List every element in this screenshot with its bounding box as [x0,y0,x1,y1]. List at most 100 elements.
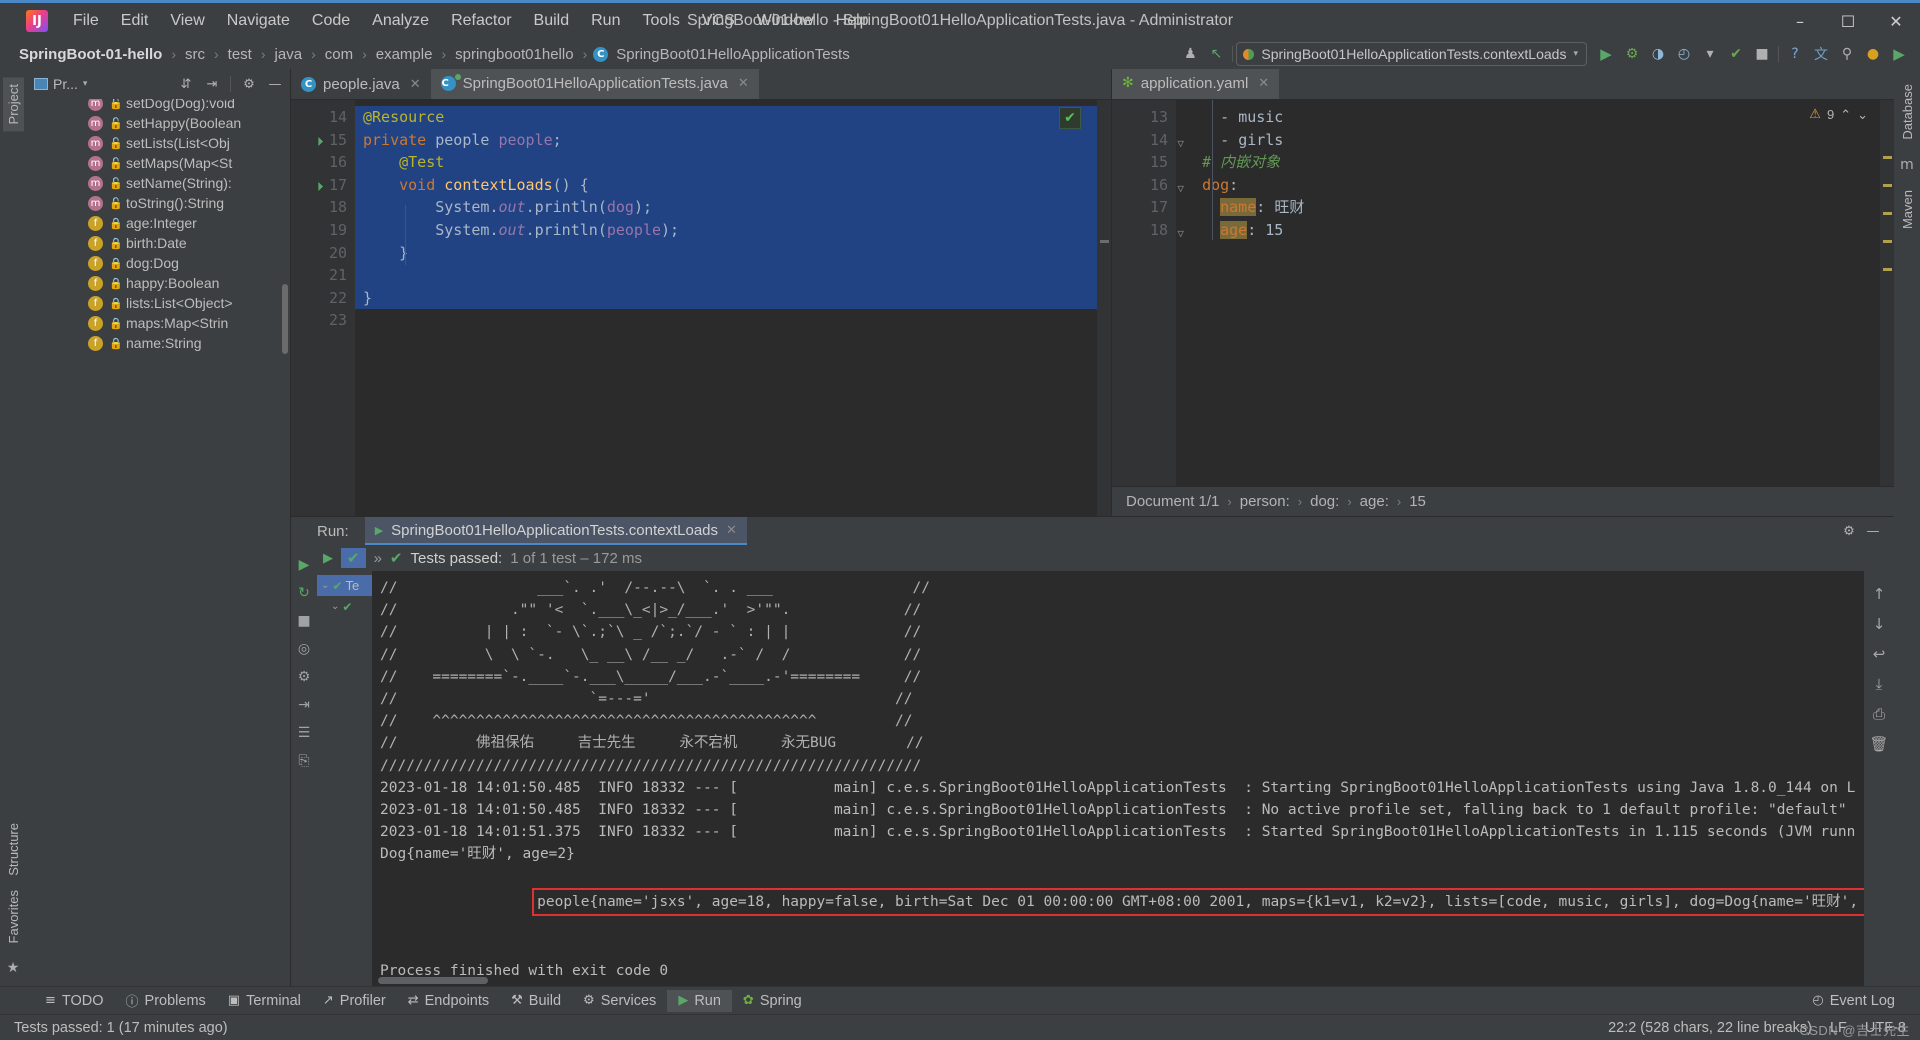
scroll-down-icon[interactable]: ↓ [1866,609,1892,639]
tree-node[interactable]: m 🔓 setHappy(Boolean [26,113,290,133]
java-gutter[interactable]: 14 15⏵ 16 17⏵▾ 18 19 20△ 21 22 23 [291,100,363,516]
bottom-tab-run[interactable]: ▶ Run [667,989,732,1012]
translate-icon[interactable]: 文 [1808,41,1834,67]
menu-view[interactable]: View [159,7,215,35]
project-pane-title[interactable]: Pr... ▾ [34,76,87,92]
collapse-all-icon[interactable]: ⇥ [201,73,223,95]
test-results-tree[interactable]: ⌄ ✔ Te ⌄ ✔ [317,571,372,986]
bottom-tab-build[interactable]: ⚒ Build [500,990,572,1012]
menu-file[interactable]: File [62,7,110,35]
profiler-button[interactable]: ◴ [1671,41,1697,67]
tree-node[interactable]: f 🔒 happy:Boolean [26,273,290,293]
clear-all-icon[interactable]: 🗑 [1866,729,1892,759]
bottom-tab-profiler[interactable]: ↗ Profiler [312,990,397,1012]
run-coverage-button[interactable]: ◑ [1645,41,1671,67]
bottom-tab-spring[interactable]: ✿ Spring [732,990,813,1012]
breadcrumb-java[interactable]: java [272,44,306,65]
breadcrumb-com[interactable]: com [322,44,356,65]
prev-problem-icon[interactable]: ⌃ [1840,104,1851,127]
pin-icon[interactable]: ⎘ [292,747,316,775]
scroll-to-end-icon[interactable]: ⤓ [1866,669,1892,699]
run-button[interactable]: ▶ [1593,41,1619,67]
menu-vcs[interactable]: VCS [691,7,746,35]
hide-run-window-icon[interactable]: — [1862,520,1884,542]
rerun-failed-icon[interactable]: ↻ [292,579,316,607]
close-icon[interactable]: ✕ [410,77,421,92]
close-icon[interactable]: ✕ [1258,76,1269,91]
menu-analyze[interactable]: Analyze [361,7,440,35]
search-everywhere-icon[interactable]: ⚲ [1834,41,1860,67]
next-problem-icon[interactable]: ⌄ [1857,104,1868,127]
editor-tab-people-java[interactable]: C people.java ✕ [291,69,431,99]
test-tree-node[interactable]: ⌄ ✔ [317,596,372,617]
console-horizontal-scrollbar[interactable] [378,977,488,984]
editor-tab-springboot-tests-java[interactable]: C SpringBoot01HelloApplicationTests.java… [430,69,759,99]
menu-refactor[interactable]: Refactor [440,7,522,35]
updating-arrow-icon[interactable]: ↖ [1203,41,1229,67]
build-project-icon[interactable]: ✔ [1723,41,1749,67]
tree-node[interactable]: f 🔒 lists:List<Object> [26,293,290,313]
breadcrumb-class[interactable]: C SpringBoot01HelloApplicationTests [593,44,852,65]
test-tree-node[interactable]: ⌄ ✔ Te [317,575,372,596]
java-code-body[interactable]: @Resource private people people; @Test v… [355,100,1097,516]
tree-node[interactable]: f 🔒 birth:Date [26,233,290,253]
tool-tab-database[interactable]: Database [1897,77,1918,147]
settings-icon[interactable]: ⚙ [292,663,316,691]
chevron-down-icon[interactable]: ⌄ [321,580,329,591]
editor-tab-application-yaml[interactable]: ✻ application.yaml ✕ [1112,69,1280,99]
project-tree-scrollbar[interactable] [282,284,288,354]
expand-chevrons-icon[interactable]: » [374,550,382,567]
run-anything-icon[interactable]: ▶ [1886,41,1912,67]
run-console-output[interactable]: // ___`. .' /--.--\ `. . ___ // // ."" '… [372,571,1864,986]
java-marker-bar[interactable] [1097,100,1111,516]
breadcrumb-example[interactable]: example [373,44,436,65]
breadcrumb-age[interactable]: age: [1360,493,1389,510]
inspection-widget[interactable]: ⚠ 9 ⌃ ⌄ [1809,104,1868,127]
breadcrumb-project[interactable]: SpringBoot-01-hello [16,44,165,65]
caret-position[interactable]: 22:2 (528 chars, 22 line breaks) [1608,1020,1812,1036]
account-icon[interactable]: ● [1860,41,1886,67]
breadcrumb-value[interactable]: 15 [1409,493,1426,510]
bottom-tab-problems[interactable]: ⓘ Problems [115,988,217,1013]
menu-help[interactable]: Help [825,7,880,35]
bottom-tab-endpoints[interactable]: ⇄ Endpoints [397,990,500,1012]
tree-node[interactable]: m 🔓 setName(String): [26,173,290,193]
more-run-caret-icon[interactable]: ▾ [1697,41,1723,67]
menu-run[interactable]: Run [580,7,631,35]
expand-all-icon[interactable]: ⇵ [175,73,197,95]
help-icon[interactable]: ? [1782,41,1808,67]
menu-code[interactable]: Code [301,7,361,35]
yaml-code-editor[interactable]: ⚠ 9 ⌃ ⌄ 13 14 ▽ 15 16 ▽ 17 18 ▽ - music … [1112,100,1894,486]
close-icon[interactable]: ✕ [738,76,749,91]
breadcrumb-test[interactable]: test [225,44,255,65]
rerun-tests-icon[interactable]: ▶ [292,551,316,579]
tree-node[interactable]: f 🔒 name:String [26,333,290,353]
close-icon[interactable]: ✕ [726,523,737,538]
tree-node[interactable]: m 🔓 setLists(List<Obj [26,133,290,153]
chevron-down-icon[interactable]: ⌄ [331,601,339,612]
menu-tools[interactable]: Tools [631,7,690,35]
breadcrumb-person[interactable]: person: [1240,493,1290,510]
yaml-marker-bar[interactable] [1880,100,1894,486]
tree-node[interactable]: f 🔒 age:Integer [26,213,290,233]
inspection-ok-badge[interactable]: ✔ [1059,107,1081,129]
settings-gear-icon[interactable]: ⚙ [238,73,260,95]
maximize-button[interactable]: ☐ [1824,4,1872,38]
tree-node[interactable]: f 🔒 dog:Dog [26,253,290,273]
tree-node[interactable]: f 🔒 maps:Map<Strin [26,313,290,333]
soft-wrap-icon[interactable]: ↩ [1866,639,1892,669]
tool-tab-maven[interactable]: Maven [1897,183,1918,236]
print-icon[interactable]: ⎙ [1866,699,1892,729]
run-icon[interactable]: ▶ [323,551,333,566]
layout-icon[interactable]: ☰ [292,719,316,747]
screenshot-icon[interactable]: ◎ [292,635,316,663]
bottom-tab-services[interactable]: ⚙ Services [572,990,667,1012]
run-tab[interactable]: ▶ SpringBoot01HelloApplicationTests.cont… [364,517,747,545]
tree-node[interactable]: m 🔓 setMaps(Map<St [26,153,290,173]
bottom-tab-terminal[interactable]: ▣ Terminal [217,990,312,1012]
user-avatar-icon[interactable]: ♟ [1177,41,1203,67]
export-icon[interactable]: ⇥ [292,691,316,719]
run-configuration-selector[interactable]: SpringBoot01HelloApplicationTests.contex… [1236,42,1587,66]
tree-node[interactable]: m 🔓 setDog(Dog):void [26,99,290,113]
stop-button[interactable]: ■ [1749,41,1775,67]
